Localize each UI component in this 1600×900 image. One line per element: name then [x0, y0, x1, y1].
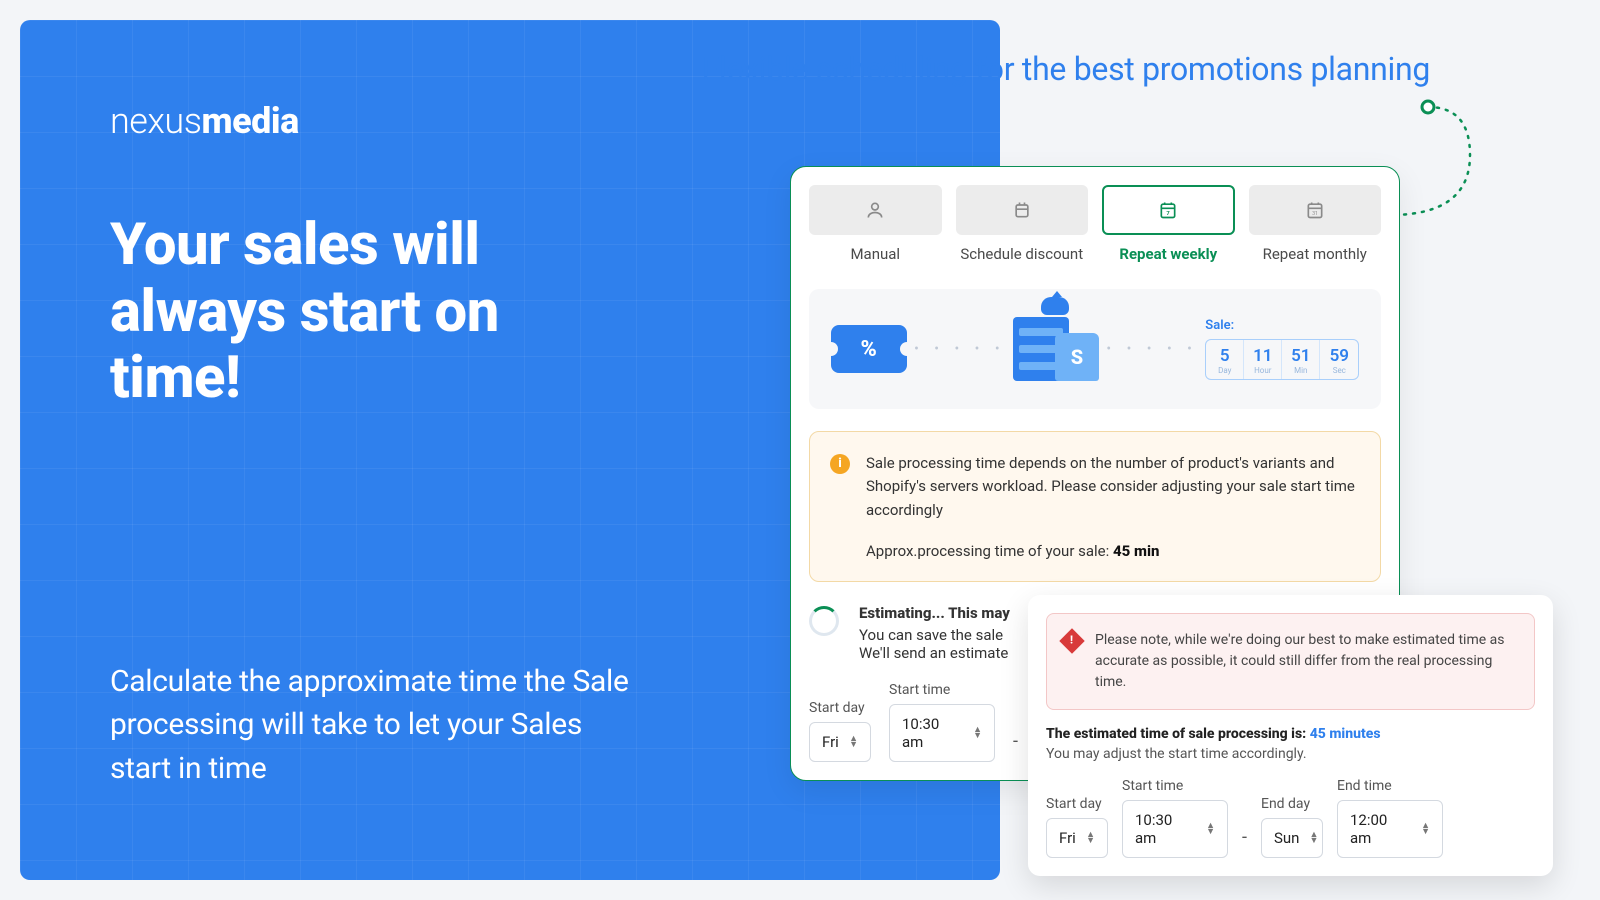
disclaimer-body: Please note, while we're doing our best … [1095, 630, 1518, 693]
svg-text:31: 31 [1312, 211, 1318, 217]
tab-label: Repeat weekly [1102, 245, 1235, 263]
field-label: Start time [1122, 778, 1228, 794]
field-label: Start day [809, 700, 871, 716]
tab-schedule-discount[interactable]: Schedule discount [956, 185, 1089, 263]
brand-logo-light: nexus [110, 100, 201, 142]
calendar-month-icon: 31 [1249, 185, 1382, 235]
start-time-select[interactable]: 10:30 am ▲▼ [889, 704, 995, 762]
stepper-caret-icon: ▲▼ [1086, 832, 1095, 844]
adjust-hint: You may adjust the start time accordingl… [1046, 746, 1535, 762]
tab-manual[interactable]: Manual [809, 185, 942, 263]
start-day-field: Start day Fri ▲▼ [1046, 796, 1108, 858]
server-icon: S [1013, 317, 1099, 381]
estimating-line: We'll send an estimate [859, 644, 1010, 662]
field-label: End day [1261, 796, 1323, 812]
estimating-title: Estimating... This may [859, 604, 1010, 622]
stepper-caret-icon: ▲▼ [1206, 823, 1215, 835]
end-day-field: End day Sun ▲▼ [1261, 796, 1323, 858]
range-separator: - [1013, 731, 1018, 762]
start-fields: Start day Fri ▲▼ Start time 10:30 am ▲▼ … [809, 682, 1018, 762]
schedule-range-fields: Start day Fri ▲▼ Start time 10:30 am ▲▼ … [1046, 778, 1535, 858]
cloud-upload-icon [1041, 297, 1069, 315]
info-icon: i [830, 454, 850, 474]
accuracy-disclaimer: ! Please note, while we're doing our bes… [1046, 613, 1535, 710]
field-label: Start time [889, 682, 995, 698]
sale-countdown-label: Sale: [1205, 318, 1359, 333]
range-separator: - [1242, 827, 1247, 858]
start-time-select[interactable]: 10:30 am ▲▼ [1122, 800, 1228, 858]
field-label: End time [1337, 778, 1443, 794]
estimating-line: You can save the sale [859, 626, 1010, 644]
tab-label: Schedule discount [956, 245, 1089, 263]
coupon-icon: % [831, 325, 907, 373]
processing-illustration: % • • • • • S • • • • • Sale: 5Day 11Hou… [809, 289, 1381, 409]
tag-icon [956, 185, 1089, 235]
stepper-caret-icon: ▲▼ [1421, 823, 1430, 835]
field-label: Start day [1046, 796, 1108, 812]
spinner-icon [809, 606, 839, 636]
approx-label: Approx.processing time of your sale: [866, 542, 1109, 560]
estimate-value: 45 minutes [1310, 726, 1381, 742]
start-day-field: Start day Fri ▲▼ [809, 700, 871, 762]
hero-subcopy: Calculate the approximate time the Sale … [110, 660, 630, 791]
stepper-caret-icon: ▲▼ [849, 736, 858, 748]
start-time-field: Start time 10:30 am ▲▼ [1122, 778, 1228, 858]
estimate-result-card: ! Please note, while we're doing our bes… [1028, 595, 1553, 876]
notice-body: Sale processing time depends on the numb… [866, 452, 1360, 522]
stepper-caret-icon: ▲▼ [973, 727, 982, 739]
hero-headline: Your sales will always start on time! [110, 212, 630, 412]
warning-icon: ! [1059, 628, 1084, 653]
scheduling-callout: Flexible scheduling for the best promoti… [702, 48, 1430, 91]
shopping-bag-icon: S [1055, 333, 1099, 381]
brand-logo-bold: media [201, 100, 298, 142]
tab-label: Manual [809, 245, 942, 263]
tab-repeat-weekly[interactable]: 7 Repeat weekly [1102, 185, 1235, 263]
tab-repeat-monthly[interactable]: 31 Repeat monthly [1249, 185, 1382, 263]
schedule-tabs: Manual Schedule discount 7 Repeat weekly… [791, 167, 1399, 267]
calendar-week-icon: 7 [1102, 185, 1235, 235]
flow-dots: • • • • • [1106, 341, 1198, 357]
flow-dots: • • • • • [914, 341, 1006, 357]
svg-text:7: 7 [1167, 211, 1171, 217]
brand-logo: nexusmedia [110, 100, 910, 142]
tab-label: Repeat monthly [1249, 245, 1382, 263]
end-time-select[interactable]: 12:00 am ▲▼ [1337, 800, 1443, 858]
processing-time-notice: i Sale processing time depends on the nu… [809, 431, 1381, 582]
sale-countdown: Sale: 5Day 11Hour 51Min 59Sec [1205, 318, 1359, 380]
end-time-field: End time 12:00 am ▲▼ [1337, 778, 1443, 858]
end-day-select[interactable]: Sun ▲▼ [1261, 818, 1323, 858]
person-icon [809, 185, 942, 235]
start-day-select[interactable]: Fri ▲▼ [1046, 818, 1108, 858]
stepper-caret-icon: ▲▼ [1309, 832, 1318, 844]
estimate-key: The estimated time of sale processing is… [1046, 726, 1306, 742]
start-time-field: Start time 10:30 am ▲▼ [889, 682, 995, 762]
approx-value: 45 min [1113, 542, 1159, 560]
start-day-select[interactable]: Fri ▲▼ [809, 722, 871, 762]
